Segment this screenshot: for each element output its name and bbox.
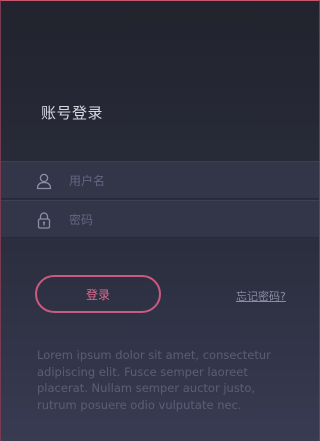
login-screen: 账号登录 登录 忘记密码? Lorem ipsum dolor sit amet… — [0, 0, 320, 441]
password-input[interactable] — [67, 207, 311, 233]
user-icon — [36, 173, 52, 190]
lock-icon — [37, 212, 51, 229]
username-input[interactable] — [67, 168, 311, 194]
description-text: Lorem ipsum dolor sit amet, consectetur … — [37, 348, 271, 412]
username-field-row — [1, 161, 319, 199]
page-title: 账号登录 — [41, 104, 104, 122]
login-button[interactable]: 登录 — [35, 275, 161, 313]
password-field-row — [1, 200, 319, 238]
forgot-password-link[interactable]: 忘记密码? — [236, 288, 286, 304]
